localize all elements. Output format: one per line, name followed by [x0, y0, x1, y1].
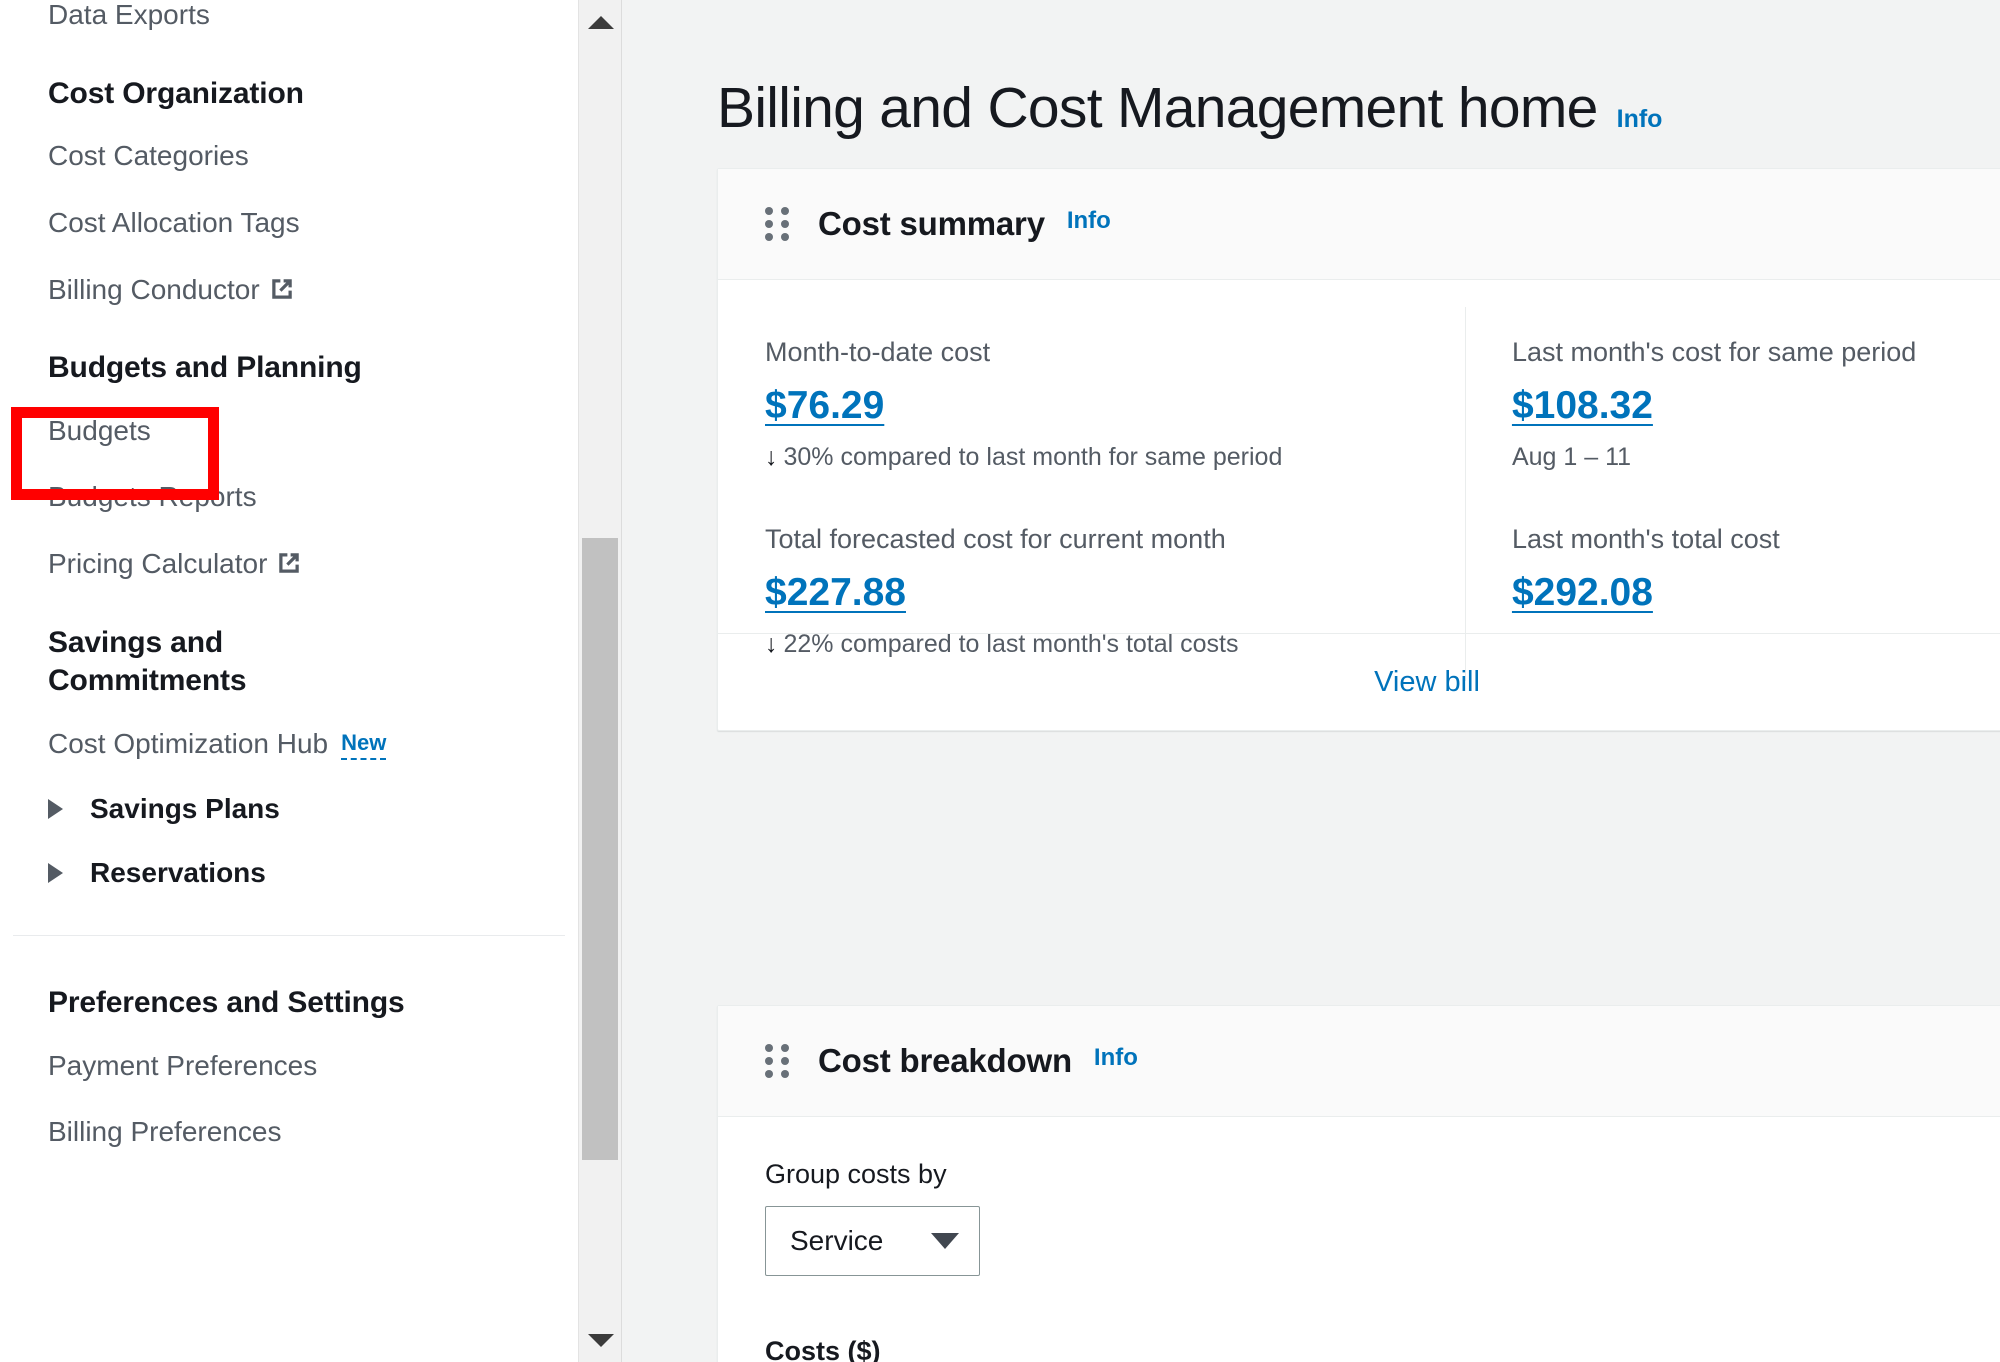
cost-breakdown-title: Cost breakdown: [818, 1042, 1072, 1079]
metric-last-months-cost-same-period: Last month's cost for same period $108.3…: [1464, 307, 2000, 495]
sidebar-heading-budgets-and-planning: Budgets and Planning: [48, 351, 362, 385]
cost-summary-card-header: Cost summary Info: [718, 169, 2000, 280]
sidebar-item-pricing-calculator[interactable]: Pricing Calculator: [0, 531, 578, 598]
sidebar-heading-preferences-and-settings: Preferences and Settings: [48, 986, 405, 1020]
cost-summary-title: Cost summary: [818, 205, 1045, 242]
sidebar-group-reservations[interactable]: Reservations: [0, 841, 578, 905]
chevron-down-icon: [931, 1233, 959, 1249]
group-costs-by-value: Service: [790, 1225, 884, 1256]
metric-label: Month-to-date cost: [765, 337, 991, 367]
scroll-up-arrow[interactable]: [579, 0, 623, 44]
scroll-down-arrow[interactable]: [579, 1318, 623, 1362]
page-title: Billing and Cost Management home: [717, 76, 1598, 141]
metric-value-link[interactable]: $227.88: [765, 570, 906, 616]
metric-sublabel: ↓ 30% compared to last month for same per…: [765, 443, 1465, 472]
sidebar-group-label: Savings Plans: [90, 793, 280, 825]
new-badge: New: [341, 729, 387, 760]
cost-breakdown-body: Group costs by Service Costs ($): [718, 1117, 2000, 1362]
sidebar-scroll-content: Data Exports Cost Organization Cost Cate…: [0, 0, 578, 1166]
sidebar-item-label: Cost Optimization Hub: [48, 727, 329, 759]
sidebar-scrollbar[interactable]: [578, 0, 622, 1362]
cost-summary-info-link[interactable]: Info: [1067, 207, 1111, 235]
sidebar-item-payment-preferences[interactable]: Payment Preferences: [0, 1033, 578, 1100]
triangle-up-icon: [588, 15, 614, 29]
sidebar-item-cost-categories[interactable]: Cost Categories: [0, 123, 578, 190]
sidebar-item-billing-conductor[interactable]: Billing Conductor: [0, 257, 578, 324]
drag-handle-icon[interactable]: [765, 1044, 789, 1078]
metric-label: Total forecasted cost for current month: [765, 524, 1226, 555]
drag-handle-icon[interactable]: [765, 207, 789, 241]
metric-value-link[interactable]: $292.08: [1512, 570, 1653, 616]
cost-summary-row: Month-to-date cost $76.29 ↓ 30% compared …: [718, 307, 2000, 495]
sidebar-item-cost-allocation-tags[interactable]: Cost Allocation Tags: [0, 190, 578, 257]
sidebar-item-budgets[interactable]: Budgets: [0, 398, 578, 465]
metric-sublabel-text: 30% compared to last month for same peri…: [783, 443, 1283, 472]
sidebar-heading-savings-and-commitments: Savings and Commitments: [48, 625, 247, 698]
chevron-right-icon: [48, 799, 63, 820]
metric-sublabel: Aug 1 – 11: [1511, 443, 1632, 472]
arrow-down-icon: ↓: [765, 443, 778, 472]
cost-breakdown-card: Cost breakdown Info Group costs by Servi…: [717, 1005, 2000, 1362]
metric-value-link[interactable]: $76.29: [765, 383, 884, 429]
app-root: Data Exports Cost Organization Cost Cate…: [0, 0, 2000, 1362]
cost-summary-card-footer: View bill: [718, 633, 2000, 730]
cost-breakdown-card-header: Cost breakdown Info: [718, 1006, 2000, 1117]
metric-value-link[interactable]: $108.32: [1512, 383, 1653, 429]
sidebar-item-budgets-reports[interactable]: Budgets Reports: [0, 464, 578, 531]
view-bill-link[interactable]: View bill: [1374, 666, 1480, 699]
metric-label: Last month's cost for same period: [1511, 337, 1917, 367]
sidebar-item-billing-preferences[interactable]: Billing Preferences: [0, 1099, 578, 1166]
cost-summary-body: Month-to-date cost $76.29 ↓ 30% compared …: [718, 280, 2000, 682]
cost-breakdown-info-link[interactable]: Info: [1094, 1044, 1138, 1072]
page-info-link[interactable]: Info: [1617, 105, 1663, 134]
sidebar-heading-cost-organization: Cost Organization: [48, 76, 304, 110]
sidebar-group-label: Reservations: [90, 857, 266, 889]
sidebar-item-cost-optimization-hub[interactable]: Cost Optimization Hub New: [0, 711, 578, 778]
triangle-down-icon: [588, 1333, 614, 1347]
metric-label: Last month's total cost: [1511, 524, 1780, 555]
sidebar-group-savings-plans[interactable]: Savings Plans: [0, 777, 578, 841]
sidebar-item-label: Pricing Calculator: [48, 548, 268, 580]
external-link-icon: [279, 553, 300, 573]
chart-y-axis-label: Costs ($): [765, 1336, 881, 1362]
chevron-right-icon: [48, 863, 63, 884]
group-costs-by-label: Group costs by: [765, 1159, 947, 1189]
external-link-icon: [271, 278, 292, 299]
cost-summary-card: Cost summary Info Month-to-date cost $76…: [717, 168, 2000, 731]
main-content: Billing and Cost Management home Info Co…: [624, 0, 2000, 1362]
metric-month-to-date-cost: Month-to-date cost $76.29 ↓ 30% compared …: [718, 307, 1465, 494]
group-costs-by-select[interactable]: Service: [765, 1206, 980, 1276]
billing-sidebar-navigation: Data Exports Cost Organization Cost Cate…: [0, 0, 578, 1362]
page-header: Billing and Cost Management home Info: [624, 0, 2000, 180]
sidebar-item-label: Billing Conductor: [48, 273, 260, 305]
scrollbar-thumb[interactable]: [582, 538, 618, 1160]
sidebar-item-data-exports[interactable]: Data Exports: [0, 0, 578, 49]
